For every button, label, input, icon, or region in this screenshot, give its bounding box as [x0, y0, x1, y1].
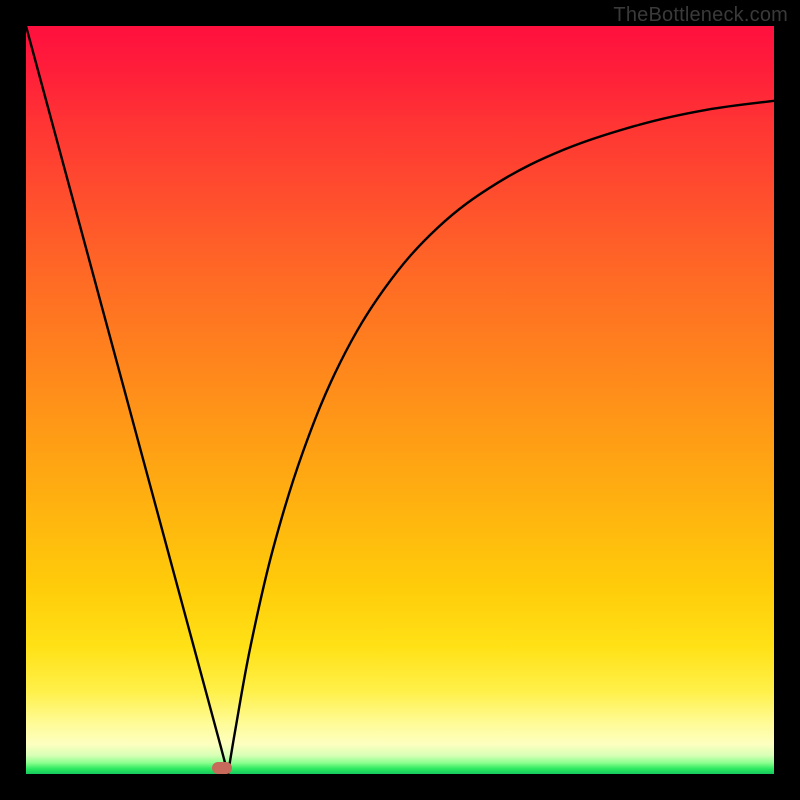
- attribution-text: TheBottleneck.com: [613, 4, 788, 27]
- minimum-marker: [212, 762, 232, 774]
- curve-left-branch: [26, 26, 228, 774]
- curve-layer: [26, 26, 774, 774]
- plot-frame: [26, 26, 774, 774]
- curve-right-branch: [228, 101, 774, 774]
